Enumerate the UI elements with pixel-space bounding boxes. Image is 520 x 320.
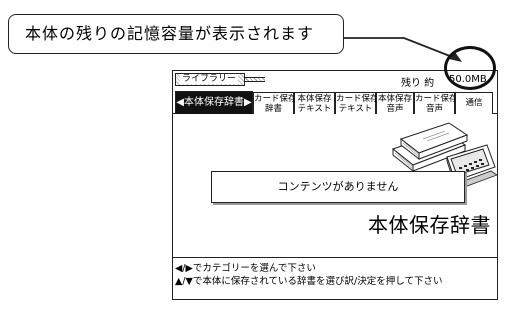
tab-internal-dictionary[interactable]: ◀本体保存辞書▶: [175, 91, 253, 114]
device-screen: ライブラリー 残り 約 50.0MB ◀本体保存辞書▶ カード保存 辞書 本体保…: [172, 70, 498, 300]
library-label: ライブラリー: [180, 74, 239, 84]
empty-message-dialog: コンテンツがありません: [211, 171, 465, 203]
help-divider: [173, 257, 497, 258]
tab-label: カード保存 辞書: [254, 94, 297, 114]
help-line-category: ◀/▶でカテゴリーを選んで下さい: [175, 263, 316, 274]
tab-label: 通信: [465, 98, 483, 108]
help-line-select: ▲/▼で本体に保存されている辞書を選び訳/決定を押して下さい: [175, 276, 443, 287]
library-tab-decoration: [245, 77, 265, 82]
remaining-label: 残り 約: [401, 78, 435, 89]
tab-label: 本体保存 テキスト: [297, 94, 332, 114]
tab-card-dictionary[interactable]: カード保存 辞書: [253, 92, 297, 114]
callout-box: 本体の残りの記憶容量が表示されます: [8, 14, 344, 54]
callout-text: 本体の残りの記憶容量が表示されます: [25, 24, 315, 43]
tab-card-text[interactable]: カード保存 テキスト: [335, 92, 379, 114]
tab-label: カード保存 テキスト: [336, 94, 379, 114]
library-tab[interactable]: ライブラリー: [175, 73, 245, 86]
remaining-value: 50.0MB: [449, 74, 487, 85]
section-title: 本体保存辞書: [368, 213, 491, 237]
tab-label: ◀本体保存辞書▶: [176, 97, 252, 108]
empty-message-text: コンテンツがありません: [277, 180, 399, 193]
tab-internal-text[interactable]: 本体保存 テキスト: [294, 92, 335, 114]
title-bar: ライブラリー 残り 約 50.0MB: [173, 71, 497, 89]
